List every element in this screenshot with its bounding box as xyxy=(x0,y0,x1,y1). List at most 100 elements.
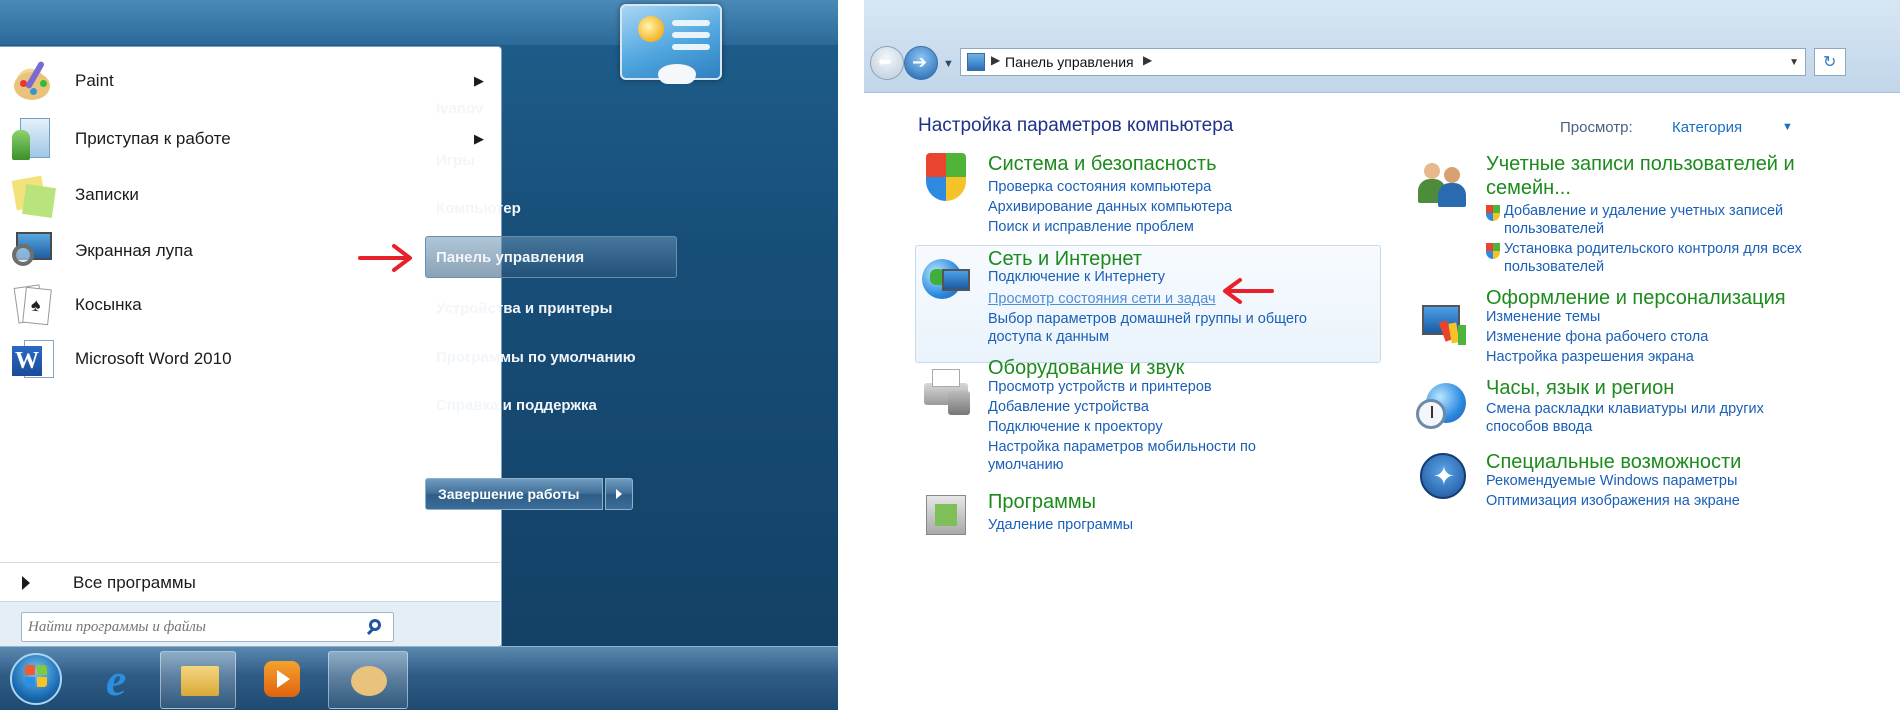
category-link-hovered[interactable]: Просмотр состояния сети и задач xyxy=(988,291,1216,307)
category-link[interactable]: Оптимизация изображения на экране xyxy=(1486,493,1740,509)
category-title-users-line2[interactable]: семейн... xyxy=(1486,177,1571,200)
internet-explorer-icon: e xyxy=(106,654,127,705)
category-link[interactable]: Смена раскладки клавиатуры или других xyxy=(1486,401,1764,417)
user-picture-bar xyxy=(672,32,710,38)
taskbar-paint[interactable] xyxy=(328,651,408,709)
start-orb-button[interactable] xyxy=(2,649,70,709)
breadcrumb-separator-icon[interactable]: ▶ xyxy=(991,53,1000,67)
program-item-label: Косынка xyxy=(75,295,142,314)
taskbar-internet-explorer[interactable]: e xyxy=(96,651,158,709)
taskbar-windows-explorer[interactable] xyxy=(160,651,236,709)
programs-box-icon xyxy=(920,487,972,539)
back-button[interactable] xyxy=(870,46,904,80)
start-menu-screenshot: Paint ▶ Приступая к работе ▶ Записки Экр… xyxy=(0,0,838,710)
category-link[interactable]: Выбор параметров домашней группы и общег… xyxy=(988,311,1307,327)
right-item-help-support[interactable]: Справка и поддержка xyxy=(436,397,597,414)
category-link[interactable]: доступа к данным xyxy=(988,329,1109,345)
breadcrumb-control-panel[interactable]: Панель управления xyxy=(1005,54,1134,70)
category-link[interactable]: Настройка разрешения экрана xyxy=(1486,349,1694,365)
category-title-users[interactable]: Учетные записи пользователей и xyxy=(1486,153,1795,176)
refresh-button[interactable] xyxy=(1814,48,1846,76)
recent-pages-dropdown-icon[interactable]: ▼ xyxy=(943,58,954,70)
control-panel-navigation-bar: ▼ ▶ Панель управления ▶ ▼ xyxy=(864,0,1900,92)
category-link[interactable]: Добавление устройства xyxy=(988,399,1149,415)
appearance-icon xyxy=(1416,297,1468,349)
category-link[interactable]: Добавление и удаление учетных записей xyxy=(1504,203,1783,219)
address-dropdown-icon[interactable]: ▼ xyxy=(1789,57,1799,68)
category-title-clock[interactable]: Часы, язык и регион xyxy=(1486,377,1674,400)
program-item-sticky-notes[interactable]: Записки xyxy=(0,165,500,225)
category-link[interactable]: Проверка состояния компьютера xyxy=(988,179,1211,195)
right-item-default-programs[interactable]: Программы по умолчанию xyxy=(436,349,636,366)
red-arrow-annotation-icon xyxy=(1223,278,1274,304)
uac-shield-icon xyxy=(1486,205,1500,221)
sticky-notes-icon xyxy=(10,172,56,218)
all-programs-arrow-icon xyxy=(22,576,30,590)
shutdown-button[interactable]: Завершение работы xyxy=(425,478,603,510)
right-item-control-panel[interactable]: Панель управления xyxy=(436,249,584,266)
right-item-games[interactable]: Игры xyxy=(436,152,475,169)
category-link[interactable]: Настройка параметров мобильности по xyxy=(988,439,1256,455)
category-link[interactable]: Просмотр устройств и принтеров xyxy=(988,379,1212,395)
category-link[interactable]: пользователей xyxy=(1504,259,1604,275)
program-item-solitaire[interactable]: Косынка xyxy=(0,275,500,335)
user-picture[interactable] xyxy=(620,4,722,84)
network-globe-icon xyxy=(920,253,972,305)
solitaire-icon xyxy=(10,282,56,328)
category-title-programs[interactable]: Программы xyxy=(988,491,1096,514)
category-title-accessibility[interactable]: Специальные возможности xyxy=(1486,451,1741,474)
view-by-dropdown[interactable]: Категория xyxy=(1672,119,1742,136)
start-search-box[interactable] xyxy=(21,612,394,642)
program-item-label: Paint xyxy=(75,71,114,90)
view-by-label: Просмотр: xyxy=(1560,119,1633,136)
program-item-getting-started[interactable]: Приступая к работе ▶ xyxy=(0,109,500,169)
all-programs-label: Все программы xyxy=(73,573,196,592)
all-programs-button[interactable]: Все программы xyxy=(0,562,500,602)
user-picture-sun xyxy=(638,16,664,42)
category-link[interactable]: Изменение фона рабочего стола xyxy=(1486,329,1708,345)
shutdown-label: Завершение работы xyxy=(438,486,580,502)
category-link[interactable]: Подключение к проектору xyxy=(988,419,1163,435)
program-item-label: Приступая к работе xyxy=(75,129,231,148)
shutdown-options-button[interactable] xyxy=(605,478,633,510)
program-item-paint[interactable]: Paint ▶ xyxy=(0,51,500,111)
category-link[interactable]: пользователей xyxy=(1504,221,1604,237)
category-link[interactable]: Подключение к Интернету xyxy=(988,269,1165,285)
red-arrow-annotation-icon xyxy=(358,244,412,272)
magnifier-icon xyxy=(10,228,56,274)
right-item-devices-printers[interactable]: Устройства и принтеры xyxy=(436,300,612,317)
page-title: Настройка параметров компьютера xyxy=(918,115,1234,136)
forward-button[interactable] xyxy=(904,46,938,80)
breadcrumb-separator-icon[interactable]: ▶ xyxy=(1143,53,1152,67)
category-link[interactable]: Изменение темы xyxy=(1486,309,1600,325)
category-title-system[interactable]: Система и безопасность xyxy=(988,153,1217,176)
right-item-user[interactable]: Ivanov xyxy=(436,100,484,117)
address-bar[interactable]: ▶ Панель управления ▶ ▼ xyxy=(960,48,1806,76)
start-search-input[interactable] xyxy=(28,616,358,638)
folder-icon xyxy=(181,666,219,696)
search-icon[interactable] xyxy=(366,618,384,636)
category-title-hardware[interactable]: Оборудование и звук xyxy=(988,357,1184,380)
category-link[interactable]: способов ввода xyxy=(1486,419,1592,435)
control-panel-screenshot: ▼ ▶ Панель управления ▶ ▼ Настройка пара… xyxy=(864,0,1900,710)
taskbar: e xyxy=(0,646,838,710)
category-link[interactable]: умолчанию xyxy=(988,457,1064,473)
right-item-computer[interactable]: Компьютер xyxy=(436,200,521,217)
category-link[interactable]: Установка родительского контроля для все… xyxy=(1504,241,1802,257)
program-item-word[interactable]: W Microsoft Word 2010 xyxy=(0,329,500,389)
start-search-area xyxy=(0,601,500,647)
category-title-appearance[interactable]: Оформление и персонализация xyxy=(1486,287,1786,310)
submenu-arrow-icon: ▶ xyxy=(474,131,484,146)
category-title-network[interactable]: Сеть и Интернет xyxy=(988,248,1142,271)
category-link[interactable]: Поиск и исправление проблем xyxy=(988,219,1194,235)
category-link[interactable]: Архивирование данных компьютера xyxy=(988,199,1232,215)
shield-icon xyxy=(920,153,972,205)
user-picture-bar xyxy=(672,20,710,26)
control-panel-icon xyxy=(967,53,985,71)
paint-icon xyxy=(351,666,387,696)
windows-logo-icon xyxy=(10,653,62,705)
category-link[interactable]: Рекомендуемые Windows параметры xyxy=(1486,473,1737,489)
chevron-down-icon[interactable]: ▼ xyxy=(1782,121,1793,133)
category-link[interactable]: Удаление программы xyxy=(988,517,1133,533)
taskbar-media-player[interactable] xyxy=(250,651,312,709)
